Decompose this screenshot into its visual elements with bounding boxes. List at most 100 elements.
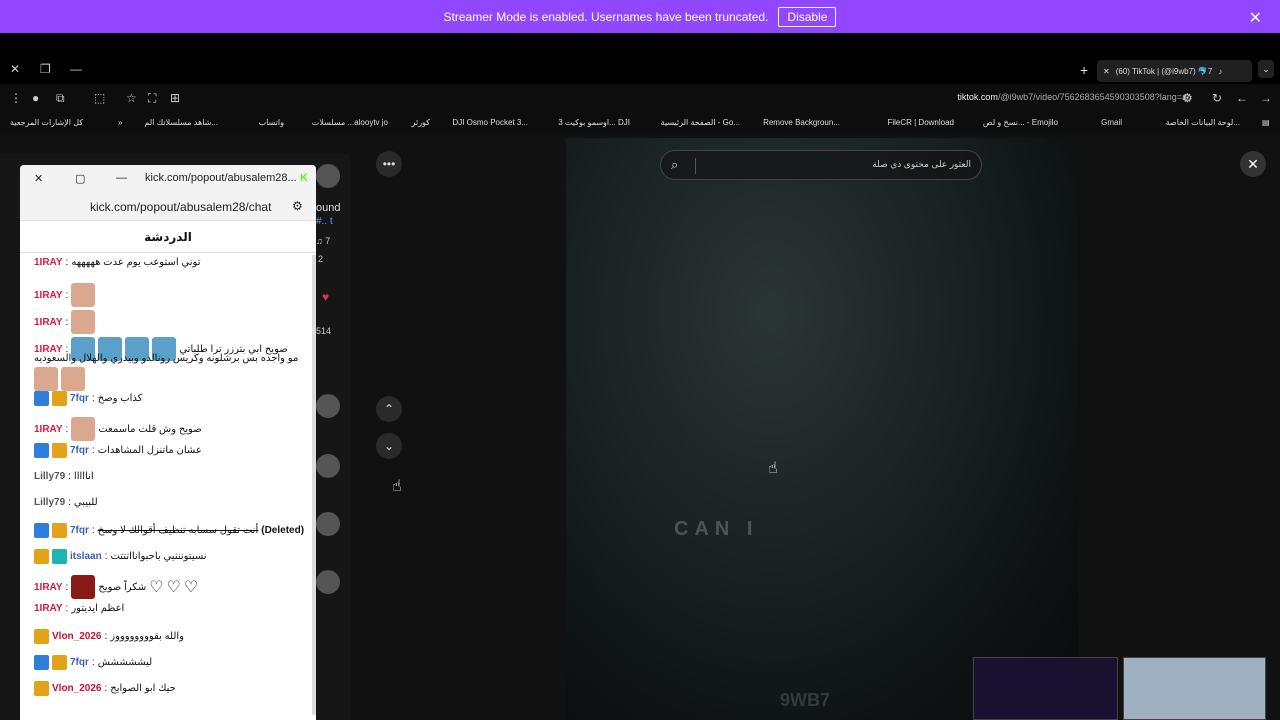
bookmark-item[interactable]: Remove Backgroun... [763,118,840,127]
chat-username[interactable]: 7fqr [70,525,89,536]
bookmark-item[interactable]: شاهد مسلسلاتك الم... [144,118,218,127]
chat-username[interactable]: Lilly79 [34,471,65,482]
chat-username[interactable]: Vlon_2026 [52,631,101,642]
more-options-icon[interactable]: ••• [376,151,402,177]
url-field[interactable]: tiktok.com/@i9wb7/video/7562683654590303… [957,92,1190,102]
heart-icon[interactable]: ♥ [322,290,329,304]
close-icon[interactable]: ✕ [1249,8,1262,28]
video-player[interactable]: CAN I 9WB7 [566,138,1078,720]
moderator-badge-icon[interactable] [34,655,49,670]
chat-message: 7fqr: عشان ماتنزل المشاهدات [34,443,202,458]
verified-badge-icon[interactable] [52,549,67,564]
star-icon[interactable]: ☆ [126,91,137,105]
bookmark-item[interactable]: كل الإشارات المرجعية [10,118,83,127]
moderator-badge-icon[interactable] [34,523,49,538]
next-video-icon[interactable]: ⌄ [376,433,402,459]
screenshot-icon[interactable]: ⛶ [148,91,156,106]
subscriber-badge-icon[interactable] [52,523,67,538]
chat-text: انااااا [73,471,94,482]
chat-message: 7fqr: أنت تقول سسابه تنظيف أقوالك لا وسخ(… [34,523,304,538]
chat-text: صويح وش قلت ماسمعت [98,423,202,435]
install-icon[interactable]: ⊞ [170,91,180,105]
side-text: 514 [316,326,332,336]
chat-message: 1IRAY: توني استوعب يوم عدت هههههه [34,257,200,268]
bookmarks-overflow-icon[interactable]: » [118,118,122,127]
subscriber-badge-icon[interactable] [52,391,67,406]
subscriber-badge-icon[interactable] [52,443,67,458]
bookmark-item[interactable]: DJI Osmo Pocket 3... [452,118,528,127]
chat-username[interactable]: 7fqr [70,657,89,668]
chat-username[interactable]: 7fqr [70,445,89,456]
disable-streamer-mode-button[interactable]: Disable [778,6,837,27]
stream-thumbnail[interactable] [973,657,1118,720]
subscriber-badge-icon[interactable] [52,655,67,670]
chat-text: شكراً صويح [98,581,147,593]
avatar[interactable] [316,570,340,594]
popup-minimize-icon[interactable]: — [116,172,127,184]
moderator-badge-icon[interactable] [34,443,49,458]
avatar[interactable] [316,454,340,478]
tab-list-icon[interactable]: ⌄ [1258,60,1274,78]
chat-username[interactable]: 1IRAY [34,603,63,614]
chat-username[interactable]: 7fqr [70,393,89,404]
popup-url-bar: kick.com/popout/abusalem28/chat ⚙ [20,193,316,221]
subscriber-badge-icon[interactable] [34,549,49,564]
moderator-badge-icon[interactable] [34,391,49,406]
bookmark-item[interactable]: FileCR | Download [887,118,954,127]
subscriber-badge-icon[interactable] [34,681,49,696]
tiktok-icon: ♪ [1218,66,1223,76]
menu-icon[interactable]: ⋮ [10,91,22,105]
minimize-window-icon[interactable]: — [70,62,82,76]
back-icon[interactable]: ← [1236,91,1248,105]
avatar[interactable] [316,394,340,418]
search-placeholder: العثور على محتوى ذي صلة [872,159,971,169]
restore-window-icon[interactable]: ❐ [40,62,51,76]
chat-text: كذاب وصخ [97,393,143,404]
chat-username[interactable]: 1IRAY [34,290,63,301]
extensions-icon[interactable]: ⧉ [56,91,65,106]
chat-separator: : [91,657,95,668]
share-icon[interactable]: ⬚ [94,91,105,105]
close-video-icon[interactable]: ✕ [1240,151,1266,177]
bookmark-item[interactable]: كورئر [412,118,430,127]
bookmark-item[interactable]: نسخ و لص... - Emojilo [983,118,1058,127]
stream-thumbnail[interactable] [1123,657,1266,720]
forward-icon[interactable]: → [1260,91,1272,105]
tab-tiktok[interactable]: ✕ (60) TikTok | (@i9wb7) 🐬7 ♪ [1097,60,1252,82]
popup-title: kick.com/popout/abusalem28... [145,172,297,184]
popup-close-icon[interactable]: ✕ [34,172,43,185]
popup-url[interactable]: kick.com/popout/abusalem28/chat [90,200,271,214]
chat-username[interactable]: 1IRAY [34,424,63,435]
chat-username[interactable]: 1IRAY [34,582,63,593]
close-window-icon[interactable]: ✕ [10,62,20,76]
tab-close-icon[interactable]: ✕ [1103,67,1110,76]
chat-username[interactable]: itslaan [70,551,102,562]
bookmark-item[interactable]: واتساب [259,118,284,127]
chat-message: 1IRAY: شكراً صويح ♡ ♡ ♡ [34,575,198,599]
settings-icon[interactable]: ⚙ [292,199,303,213]
bookmark-item[interactable]: اوسمو بوكيت 3... DJI [558,118,630,127]
popup-maximize-icon[interactable]: ▢ [75,172,85,185]
new-tab-icon[interactable]: + [1080,62,1088,78]
chat-username[interactable]: 1IRAY [34,317,63,328]
previous-video-icon[interactable]: ⌃ [376,396,402,422]
search-bar[interactable]: ⌕ العثور على محتوى ذي صلة [660,150,982,180]
chat-scrollbar[interactable] [312,255,316,715]
chat-username[interactable]: Lilly79 [34,497,65,508]
bookmark-item[interactable]: لوحة البيانات الخاصة... [1166,118,1240,127]
reload-icon[interactable]: ↻ [1212,91,1222,105]
bookmark-item[interactable]: الصفحة الرئيسية - Go... [661,118,740,127]
chat-header: الدردشة [20,221,316,253]
avatar[interactable] [316,512,340,536]
chat-text: أنت تقول سسابه تنظيف أقوالك لا وسخ [97,525,259,536]
chat-username[interactable]: 1IRAY [34,257,63,268]
avatar[interactable] [316,164,340,188]
profile-icon[interactable]: ● [32,91,39,105]
video-watermark: CAN I [674,518,759,540]
bookmarks-menu-icon[interactable]: ▤ [1262,118,1270,127]
subscriber-badge-icon[interactable] [34,629,49,644]
site-settings-icon[interactable]: ⚙ [1182,91,1193,105]
chat-username[interactable]: Vlon_2026 [52,683,101,694]
bookmark-item[interactable]: مسلسلات ...alooytv jo [312,118,388,127]
bookmark-item[interactable]: Gmail [1101,118,1122,127]
